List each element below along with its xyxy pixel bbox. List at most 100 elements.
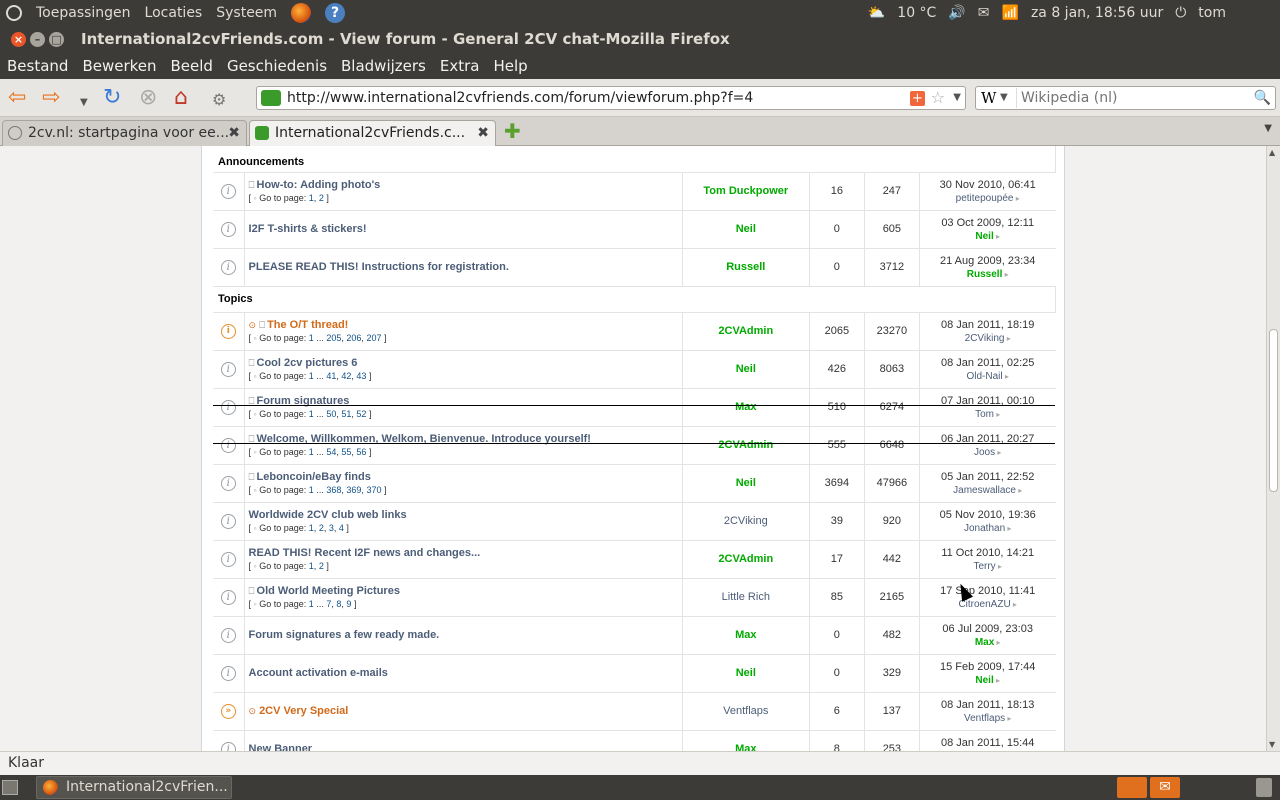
home-button[interactable]: ⌂ [174,87,188,109]
page-link[interactable]: 43 [356,371,366,381]
last-post-author[interactable]: Terry [973,561,995,572]
firefox-launcher-icon[interactable] [291,2,312,23]
page-link[interactable]: 41 [326,371,336,381]
last-post-author[interactable]: Jonathan [964,523,1005,534]
last-post-author[interactable]: Neil [975,675,993,686]
topic-status-icon[interactable]: i [220,513,236,529]
topic-title-link[interactable]: New Banner [249,743,313,751]
topic-title-link[interactable]: Worldwide 2CV club web links [249,509,407,521]
url-dropdown-icon[interactable]: ▼ [953,87,961,109]
addon-plus-icon[interactable]: + [910,91,925,106]
view-latest-post-icon[interactable]: ▸ [996,562,1002,571]
reload-button[interactable]: ↻ [103,87,121,109]
url-text[interactable]: http://www.international2cvfriends.com/f… [287,87,753,109]
site-identity-icon[interactable] [261,90,281,106]
clock[interactable]: za 8 jan, 18:56 uur [1031,5,1163,21]
page-link[interactable]: 207 [366,333,381,343]
view-latest-post-icon[interactable]: ▸ [994,232,1000,241]
topic-title-link[interactable]: Leboncoin/eBay finds [257,471,371,483]
topic-status-icon[interactable]: i [220,323,236,339]
view-latest-post-icon[interactable]: ▸ [994,638,1001,647]
page-link[interactable]: 2 [319,561,324,571]
page-link[interactable]: 4 [339,523,344,533]
wikipedia-engine-icon[interactable]: W [981,87,996,109]
search-magnifier-icon[interactable]: 🔍 [1254,87,1271,109]
topic-status-icon[interactable]: i [220,259,236,275]
page-link[interactable]: 369 [346,485,361,495]
last-post-author[interactable]: petitepoupée [956,193,1014,204]
view-latest-post-icon[interactable]: ▸ [1005,524,1011,533]
tab-close-icon[interactable]: ✖ [477,121,489,145]
author-link[interactable]: Neil [736,363,756,375]
page-link[interactable]: 51 [341,409,351,419]
topic-status-icon[interactable]: i [220,437,236,453]
menu-tools[interactable]: Extra [440,57,480,75]
author-link[interactable]: 2CVAdmin [718,439,773,451]
author-link[interactable]: Little Rich [722,591,770,603]
topic-title-link[interactable]: I2F T-shirts & stickers! [249,223,367,235]
page-link[interactable]: 370 [366,485,381,495]
author-link[interactable]: 2CVAdmin [718,325,773,337]
topic-title-link[interactable]: How-to: Adding photo's [257,179,381,191]
volume-icon[interactable]: 🔊 [948,5,965,21]
page-link[interactable]: 55 [341,447,351,457]
view-latest-post-icon[interactable]: ▸ [1005,714,1011,723]
window-maximize-button[interactable]: □ [49,31,64,47]
view-latest-post-icon[interactable]: ▸ [1004,334,1011,343]
page-link[interactable]: 8 [336,599,341,609]
page-link[interactable]: 368 [326,485,341,495]
page-link[interactable]: 9 [346,599,351,609]
view-latest-post-icon[interactable]: ▸ [1016,486,1022,495]
page-link[interactable]: 1 [309,371,314,381]
moved-topic-icon[interactable]: » [220,703,236,719]
view-latest-post-icon[interactable]: ▸ [1002,270,1009,279]
show-desktop-icon[interactable] [2,780,18,795]
help-launcher-icon[interactable]: ? [325,2,346,23]
menu-bookmarks[interactable]: Bladwijzers [341,57,426,75]
topic-status-icon[interactable]: i [220,183,236,199]
menu-system[interactable]: Systeem [216,5,277,21]
menu-edit[interactable]: Bewerken [82,57,156,75]
last-post-author[interactable]: Jameswallace [953,485,1016,496]
author-link[interactable]: Russell [726,261,765,273]
last-post-author[interactable]: Max [975,637,994,648]
scroll-up-icon[interactable]: ▲ [1269,148,1275,157]
topic-status-icon[interactable]: i [220,741,236,751]
tray-firefox-icon[interactable] [1117,777,1147,798]
last-post-author[interactable]: CitroenAZU [958,599,1010,610]
page-link[interactable]: 2 [319,193,324,203]
bookmark-star-icon[interactable]: ☆ [931,87,945,109]
last-post-author[interactable]: Neil [975,231,993,242]
new-tab-plus-icon[interactable]: ✚ [504,120,521,142]
taskbar-firefox-window[interactable]: International2cvFrien... [36,776,232,799]
session-icon[interactable]: ⏻ [1175,5,1186,21]
author-link[interactable]: Neil [736,667,756,679]
menu-places[interactable]: Locaties [145,5,203,21]
history-dropdown-icon[interactable]: ▼ [80,92,88,114]
author-link[interactable]: Neil [736,223,756,235]
page-link[interactable]: 206 [346,333,361,343]
topic-status-icon[interactable]: i [220,475,236,491]
tab-2cv-nl[interactable]: 2cv.nl: startpagina voor ee... ✖ [2,120,247,146]
page-link[interactable]: 2 [319,523,324,533]
tab-close-icon[interactable]: ✖ [228,121,240,145]
topic-status-icon[interactable]: i [220,361,236,377]
author-link[interactable]: 2CVAdmin [718,553,773,565]
extension-icon[interactable]: ⚙ [212,89,226,111]
tray-mail-icon[interactable]: ✉ [1150,777,1180,798]
stop-button[interactable]: ⊗ [139,87,157,109]
tab-international2cvfriends[interactable]: International2cvFriends.c... ✖ [249,120,496,146]
view-latest-post-icon[interactable]: ▸ [1011,600,1017,609]
engine-dropdown-icon[interactable]: ▼ [1000,87,1008,109]
topic-status-icon[interactable]: i [220,627,236,643]
menu-view[interactable]: Beeld [171,57,213,75]
author-link[interactable]: Max [735,629,756,641]
search-bar[interactable]: W ▼ 🔍 [975,86,1276,110]
page-link[interactable]: 1 [309,193,314,203]
last-post-author[interactable]: Old-Nail [967,371,1003,382]
author-link[interactable]: Neil [736,477,756,489]
page-link[interactable]: 7 [326,599,331,609]
last-post-author[interactable]: Joos [974,447,995,458]
forward-button[interactable]: ⇨ [42,87,60,109]
page-link[interactable]: 52 [356,409,366,419]
